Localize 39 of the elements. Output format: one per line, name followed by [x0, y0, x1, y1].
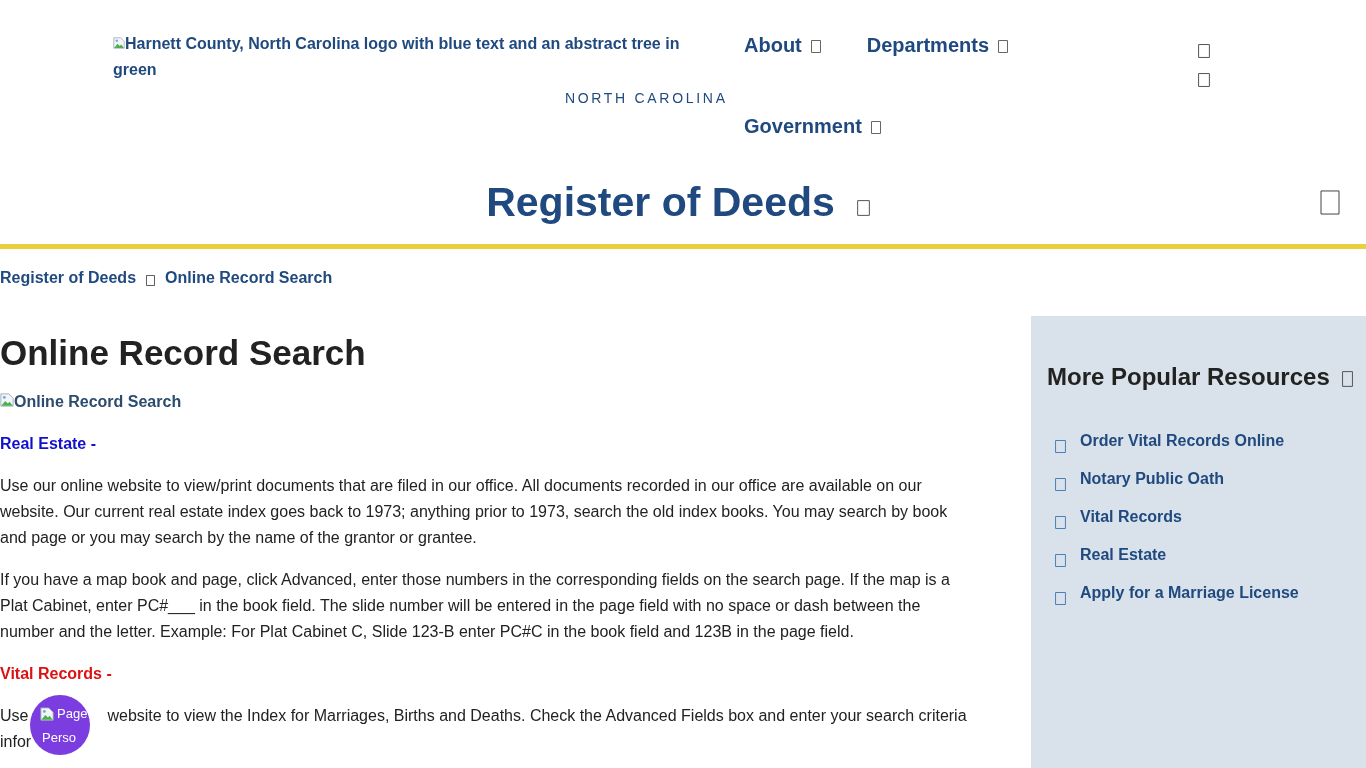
nav-item[interactable]: Departments — [866, 32, 1009, 58]
resource-link[interactable]: Notary Public Oath — [1055, 468, 1225, 491]
image-alt-text: Online Record Search — [14, 392, 182, 412]
square-icon — [1055, 592, 1066, 605]
square-icon — [810, 39, 821, 53]
broken-image-icon — [113, 35, 125, 51]
floating-button[interactable]: Page Perso — [30, 695, 90, 755]
paragraph-fragment: website to view the Index for Marriages, Births and Deaths. Check the Advanced Fields box and enter your search criteria — [107, 706, 967, 726]
paragraph-fragment: Use — [0, 706, 29, 726]
resource-link[interactable]: Order Vital Records Online — [1055, 430, 1285, 453]
nav-item[interactable]: About — [744, 32, 821, 58]
resource-link[interactable]: Real Estate — [1055, 544, 1167, 567]
resource-link[interactable]: Vital Records — [1055, 506, 1182, 529]
resource-link[interactable]: Apply for a Marriage License — [1055, 582, 1299, 605]
broken-image-icon — [40, 706, 54, 722]
paragraph-fragment: infor — [0, 732, 32, 752]
square-icon — [1055, 478, 1066, 491]
square-icon — [1055, 554, 1066, 567]
logo-link[interactable]: Harnett County, North Carolina logo with blue text and an abstract tree in green — [113, 31, 725, 83]
square-icon — [1055, 440, 1066, 453]
breadcrumb-link[interactable]: Register of Deeds — [0, 268, 137, 288]
page-heading: Online Record Search — [0, 332, 367, 374]
square-icon[interactable] — [1198, 73, 1210, 87]
section-title: Real Estate - — [0, 434, 98, 454]
square-icon — [1055, 516, 1066, 529]
breadcrumb-link[interactable]: Online Record Search — [165, 268, 333, 288]
section-title: Vital Records - — [0, 664, 113, 684]
square-icon — [870, 120, 881, 134]
nav-item[interactable]: Government — [744, 113, 881, 139]
paragraph: If you have a map book and page, click Advanced, enter those numbers in the corresponding fields on the search page. If the map is a Plat Cabinet, enter PC#___ in the book field. The slide number will be entered in the page field with no space or dash between the number and the letter. Example: For Plat Cabinet C, Slide 123-B enter PC#C in the book field and 123B in the page field. — [0, 570, 951, 642]
sidebar-heading: More Popular Resources — [1047, 363, 1330, 391]
square-icon — [998, 39, 1009, 53]
paragraph: Use our online website to view/print documents that are filed in our office. All documents recorded in our office are available on our website. Our current real estate index goes back to 1973; anything prior to 1973, search the old index books. You may search by book and page or you may search by the name of the grantor or grantee. — [0, 476, 949, 548]
square-icon[interactable] — [1320, 189, 1340, 215]
square-icon — [1341, 371, 1353, 387]
square-icon[interactable] — [1198, 44, 1210, 58]
tagline: NORTH CAROLINA — [564, 89, 728, 107]
square-icon — [856, 200, 870, 216]
page-title: Register of Deeds — [486, 178, 835, 226]
